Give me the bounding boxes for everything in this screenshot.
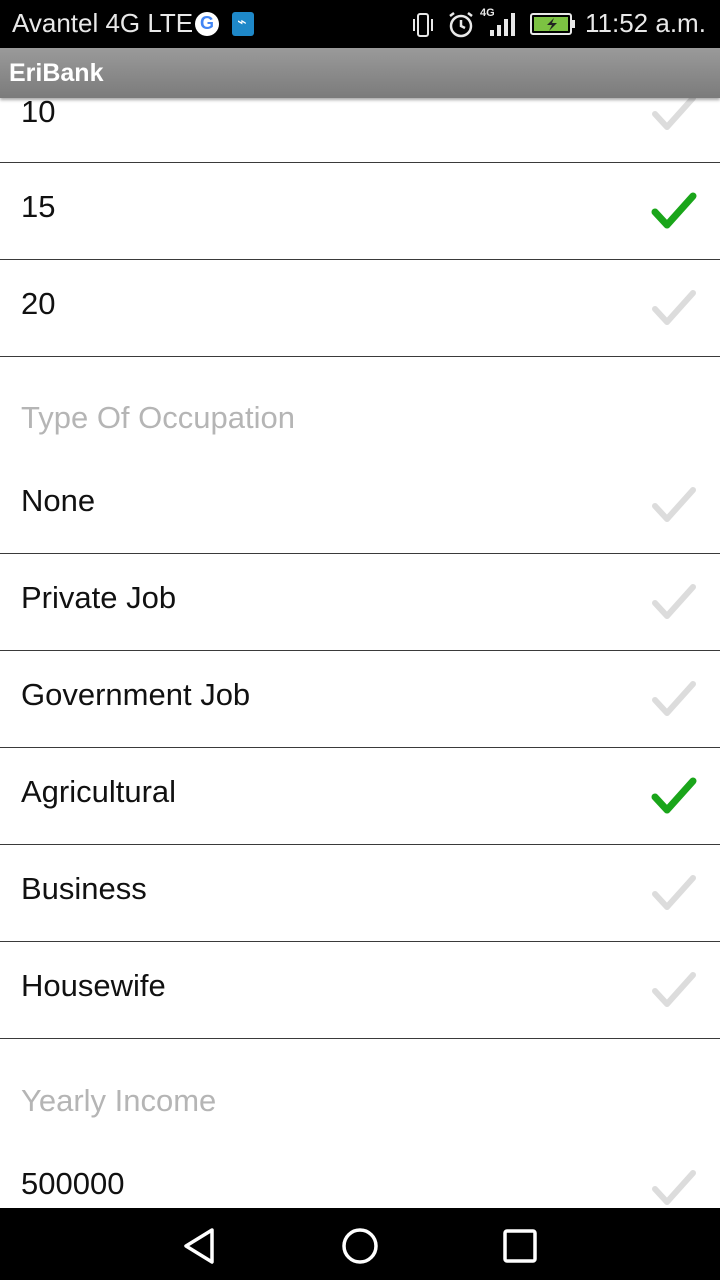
list-item-label: Government Job bbox=[21, 677, 251, 712]
list-item-agricultural[interactable]: Agricultural bbox=[0, 748, 720, 845]
navigation-bar bbox=[0, 1208, 720, 1280]
list-item-label: 20 bbox=[21, 286, 56, 321]
check-icon bbox=[652, 290, 696, 325]
list-item-none[interactable]: None bbox=[0, 457, 720, 554]
list-item-private-job[interactable]: Private Job bbox=[0, 554, 720, 651]
list-item-label: 500000 bbox=[21, 1166, 125, 1201]
google-icon bbox=[195, 12, 219, 36]
section-header-yearly-income: Yearly Income bbox=[21, 1083, 217, 1118]
battery-icon bbox=[530, 13, 575, 35]
clock: 11:52 a.m. bbox=[585, 8, 706, 38]
list-item-label: Housewife bbox=[21, 968, 166, 1003]
check-icon bbox=[652, 681, 696, 716]
list-item-15[interactable]: 15 bbox=[0, 163, 720, 260]
list-item-label: 15 bbox=[21, 189, 56, 224]
list-item-label: 10 bbox=[21, 98, 56, 129]
home-icon[interactable] bbox=[340, 1226, 380, 1266]
check-icon bbox=[652, 1170, 696, 1205]
check-icon bbox=[652, 98, 696, 130]
list-item-government-job[interactable]: Government Job bbox=[0, 651, 720, 748]
signal-icon: 4G bbox=[480, 7, 515, 36]
section-header-occupation: Type Of Occupation bbox=[21, 400, 295, 435]
recents-icon[interactable] bbox=[500, 1226, 540, 1266]
app-title: EriBank bbox=[9, 59, 104, 87]
check-icon bbox=[651, 192, 697, 229]
network-badge: 4G bbox=[480, 7, 495, 19]
alarm-icon bbox=[449, 12, 473, 38]
list-item-label: Private Job bbox=[21, 580, 177, 615]
options-list: 10 15 20 Type Of Occupation None Private… bbox=[0, 98, 720, 1208]
list-item-label: Business bbox=[21, 871, 147, 906]
list-item-housewife[interactable]: Housewife bbox=[0, 942, 720, 1039]
list-item-business[interactable]: Business bbox=[0, 845, 720, 942]
status-bar: Avantel 4G LTE 4G 11:52 a.m. bbox=[0, 0, 720, 48]
list-item-500000[interactable]: 500000 bbox=[0, 1140, 720, 1208]
usb-icon bbox=[232, 12, 254, 36]
check-icon bbox=[652, 875, 696, 910]
check-icon bbox=[652, 972, 696, 1007]
check-icon bbox=[652, 487, 696, 522]
check-icon bbox=[652, 584, 696, 619]
carrier-name: Avantel 4G LTE bbox=[12, 8, 194, 38]
check-icon bbox=[651, 777, 697, 814]
vibrate-icon bbox=[413, 13, 433, 37]
list-item-label: None bbox=[21, 483, 96, 518]
app-bar: EriBank bbox=[0, 48, 720, 98]
list-item-label: Agricultural bbox=[21, 774, 177, 809]
list-item-10[interactable]: 10 bbox=[0, 98, 720, 163]
back-icon[interactable] bbox=[180, 1226, 220, 1266]
list-item-20[interactable]: 20 bbox=[0, 260, 720, 357]
